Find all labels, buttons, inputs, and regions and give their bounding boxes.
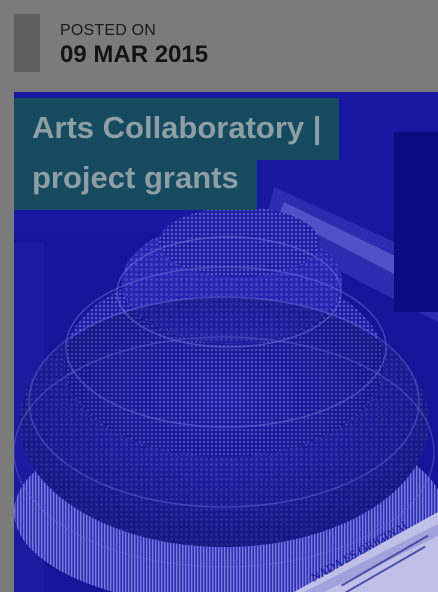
posted-date: 09 MAR 2015 [60,41,209,68]
posted-on-label: POSTED ON [60,22,157,39]
post-title-line-2[interactable]: project grants [14,160,257,210]
post-title-line-1[interactable]: Arts Collaboratory | [14,98,340,160]
posted-on-block: POSTED ON 09 MAR 2015 [14,14,208,72]
post-card: POSTED ON 09 MAR 2015 NADA ES ORIGINAL A… [0,0,438,592]
post-title[interactable]: Arts Collaboratory | project grants [14,98,374,210]
posted-on-text: POSTED ON 09 MAR 2015 [60,14,208,72]
date-accent-bar [14,14,40,72]
